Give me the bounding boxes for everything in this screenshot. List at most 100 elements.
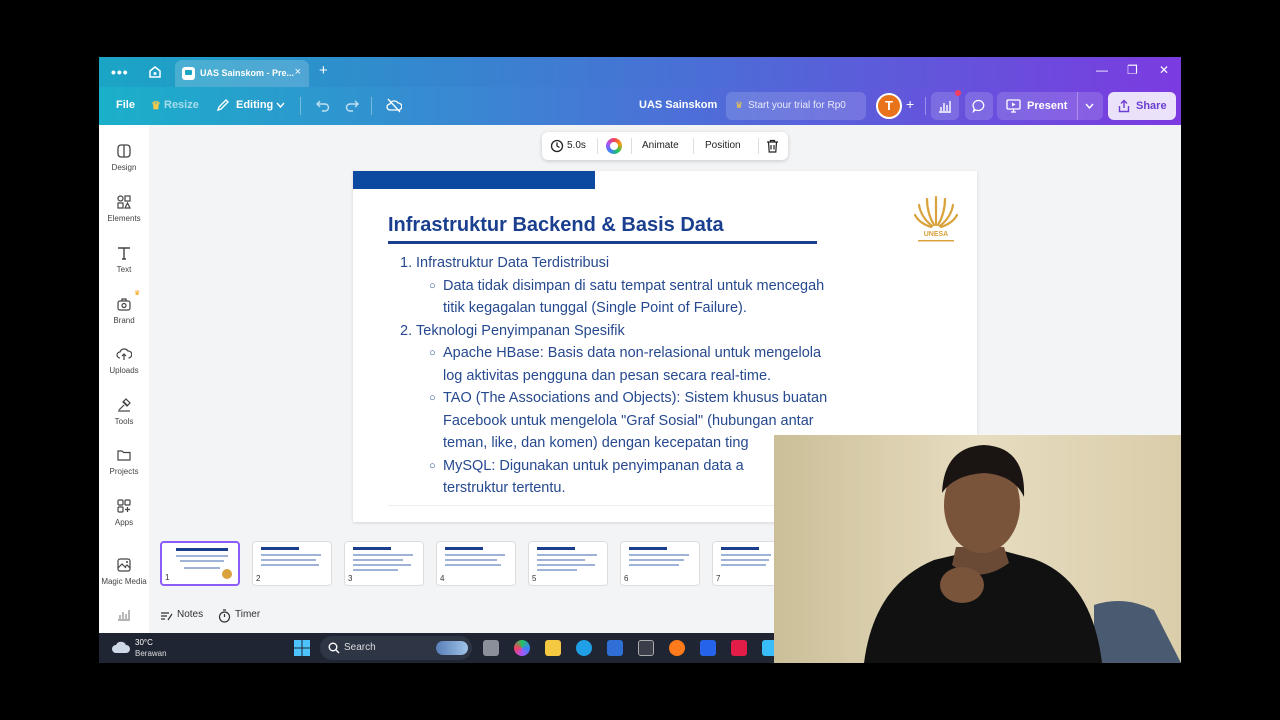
page-thumbnail[interactable]: 7 bbox=[712, 541, 775, 586]
color-picker-icon[interactable] bbox=[606, 138, 622, 154]
document-title[interactable]: UAS Sainskom bbox=[639, 99, 717, 111]
trial-button[interactable]: ♛ Start your trial for Rp0 bbox=[726, 92, 866, 120]
avatar[interactable]: T bbox=[876, 93, 902, 119]
close-tab-icon[interactable]: × bbox=[295, 66, 301, 78]
page-thumbnails: 1 2 3 4 5 6 7 bbox=[149, 537, 775, 597]
notes-button[interactable]: Notes bbox=[177, 609, 203, 620]
search-icon bbox=[328, 642, 340, 654]
page-thumbnail[interactable]: 6 bbox=[620, 541, 700, 586]
sidebar-item-projects[interactable]: Projects bbox=[99, 447, 149, 476]
page-number: 3 bbox=[348, 574, 353, 583]
sidebar-item-tools[interactable]: Tools bbox=[99, 397, 149, 426]
edge-browser-icon[interactable] bbox=[576, 640, 592, 656]
store-icon[interactable] bbox=[607, 640, 623, 656]
list-item-text: MySQL: Digunakan untuk penyimpanan data … bbox=[443, 457, 744, 474]
slide-title[interactable]: Infrastruktur Backend & Basis Data bbox=[388, 214, 724, 237]
more-menu-icon[interactable]: ••• bbox=[111, 64, 129, 80]
trash-icon[interactable] bbox=[766, 139, 779, 153]
comments-button[interactable] bbox=[965, 92, 993, 120]
copilot-icon[interactable] bbox=[514, 640, 530, 656]
sidebar-item-brand[interactable]: ♛ Brand bbox=[99, 290, 149, 325]
position-button[interactable]: Position bbox=[705, 140, 741, 151]
file-explorer-icon[interactable] bbox=[545, 640, 561, 656]
sidebar-item-design[interactable]: Design bbox=[99, 143, 149, 172]
bar-chart-icon bbox=[939, 101, 951, 113]
sidebar-item-uploads[interactable]: Uploads bbox=[99, 346, 149, 375]
app-icon[interactable] bbox=[700, 640, 716, 656]
editing-mode-button[interactable]: Editing bbox=[236, 99, 273, 111]
slide-header-bar bbox=[353, 171, 595, 189]
weather-widget[interactable]: 30°C Berawan bbox=[110, 636, 200, 660]
page-thumbnail[interactable]: 2 bbox=[252, 541, 332, 586]
sidebar-item-magic-media[interactable]: Magic Media bbox=[99, 557, 149, 586]
thumbnail-line bbox=[629, 559, 684, 561]
list-item-text: teman, like, dan komen) dengan kecepatan… bbox=[443, 435, 749, 451]
weather-condition: Berawan bbox=[135, 649, 167, 658]
chevron-down-icon[interactable] bbox=[1085, 103, 1094, 109]
cloud-sync-icon[interactable] bbox=[386, 98, 402, 113]
analytics-button[interactable] bbox=[931, 90, 961, 120]
bar-chart-icon[interactable] bbox=[117, 609, 131, 621]
home-icon[interactable] bbox=[147, 64, 163, 80]
clock-icon[interactable] bbox=[550, 139, 564, 153]
windows-start-icon[interactable] bbox=[293, 639, 311, 657]
thumbnail-title bbox=[176, 548, 228, 551]
undo-icon[interactable] bbox=[315, 99, 330, 112]
sidebar-item-label: Tools bbox=[114, 417, 134, 426]
page-thumbnail[interactable]: 1 bbox=[160, 541, 240, 586]
divider bbox=[1077, 92, 1078, 120]
figma-icon[interactable] bbox=[731, 640, 747, 656]
page-thumbnail[interactable]: 4 bbox=[436, 541, 516, 586]
timer-button[interactable]: Timer bbox=[235, 609, 260, 620]
task-view-icon[interactable] bbox=[483, 640, 499, 656]
chevron-down-icon[interactable] bbox=[276, 102, 285, 108]
list-item: ○ Data tidak disimpan di satu tempat sent… bbox=[398, 275, 878, 320]
tab-title: UAS Sainskom - Pre... bbox=[200, 68, 295, 78]
sidebar-item-apps[interactable]: Apps bbox=[99, 498, 149, 527]
app-icon[interactable] bbox=[638, 640, 654, 656]
present-button[interactable]: Present bbox=[997, 92, 1103, 120]
resize-button[interactable]: Resize bbox=[164, 99, 199, 111]
screen: ••• UAS Sainskom - Pre... × + — ❐ ✕ File… bbox=[99, 57, 1181, 663]
sidebar-item-elements[interactable]: Elements bbox=[99, 194, 149, 223]
new-tab-icon[interactable]: + bbox=[319, 62, 328, 79]
svg-text:UNESA: UNESA bbox=[924, 231, 949, 238]
file-menu[interactable]: File bbox=[116, 99, 135, 111]
add-collaborator-icon[interactable]: + bbox=[906, 96, 914, 112]
thumbnail-line bbox=[180, 560, 224, 562]
page-number: 1 bbox=[165, 573, 170, 582]
firefox-icon[interactable] bbox=[669, 640, 685, 656]
notification-dot bbox=[955, 90, 961, 96]
list-item-text: Apache HBase: Basis data non-relasional … bbox=[443, 345, 822, 361]
animate-button[interactable]: Animate bbox=[642, 140, 679, 151]
minimize-icon[interactable]: — bbox=[1096, 63, 1108, 77]
tools-icon bbox=[118, 398, 131, 412]
thumbnail-line bbox=[176, 555, 228, 557]
browser-tab[interactable]: UAS Sainskom - Pre... × bbox=[175, 60, 309, 87]
page-thumbnail[interactable]: 5 bbox=[528, 541, 608, 586]
thumbnail-line bbox=[537, 564, 595, 566]
close-window-icon[interactable]: ✕ bbox=[1159, 63, 1169, 77]
sidebar-item-text[interactable]: Text bbox=[99, 245, 149, 274]
list-item: 2. Teknologi Penyimpanan Spesifik bbox=[398, 320, 878, 343]
thumbnail-title bbox=[445, 547, 483, 550]
bullet-icon: ○ bbox=[429, 347, 436, 359]
restore-icon[interactable]: ❐ bbox=[1127, 63, 1138, 77]
divider bbox=[371, 97, 372, 115]
thumbnail-line bbox=[445, 564, 501, 566]
thumbnail-line bbox=[537, 569, 577, 571]
university-logo: UNESA bbox=[913, 195, 959, 242]
page-thumbnail[interactable]: 3 bbox=[344, 541, 424, 586]
brand-icon bbox=[117, 298, 131, 311]
taskbar-search[interactable]: Search bbox=[320, 636, 472, 660]
list-item-text: titik kegagalan tunggal (Single Point of… bbox=[443, 300, 747, 316]
duration-button[interactable]: 5.0s bbox=[567, 140, 586, 151]
thumbnail-title bbox=[721, 547, 759, 550]
sidebar-item-label: Uploads bbox=[109, 366, 139, 375]
share-button[interactable]: Share bbox=[1108, 92, 1176, 120]
redo-icon[interactable] bbox=[345, 99, 360, 112]
list-item: ○ Apache HBase: Basis data non-relasional… bbox=[398, 342, 878, 387]
notes-icon bbox=[161, 612, 173, 621]
thumbnail-title bbox=[261, 547, 299, 550]
trial-label: Start your trial for Rp0 bbox=[748, 100, 846, 111]
